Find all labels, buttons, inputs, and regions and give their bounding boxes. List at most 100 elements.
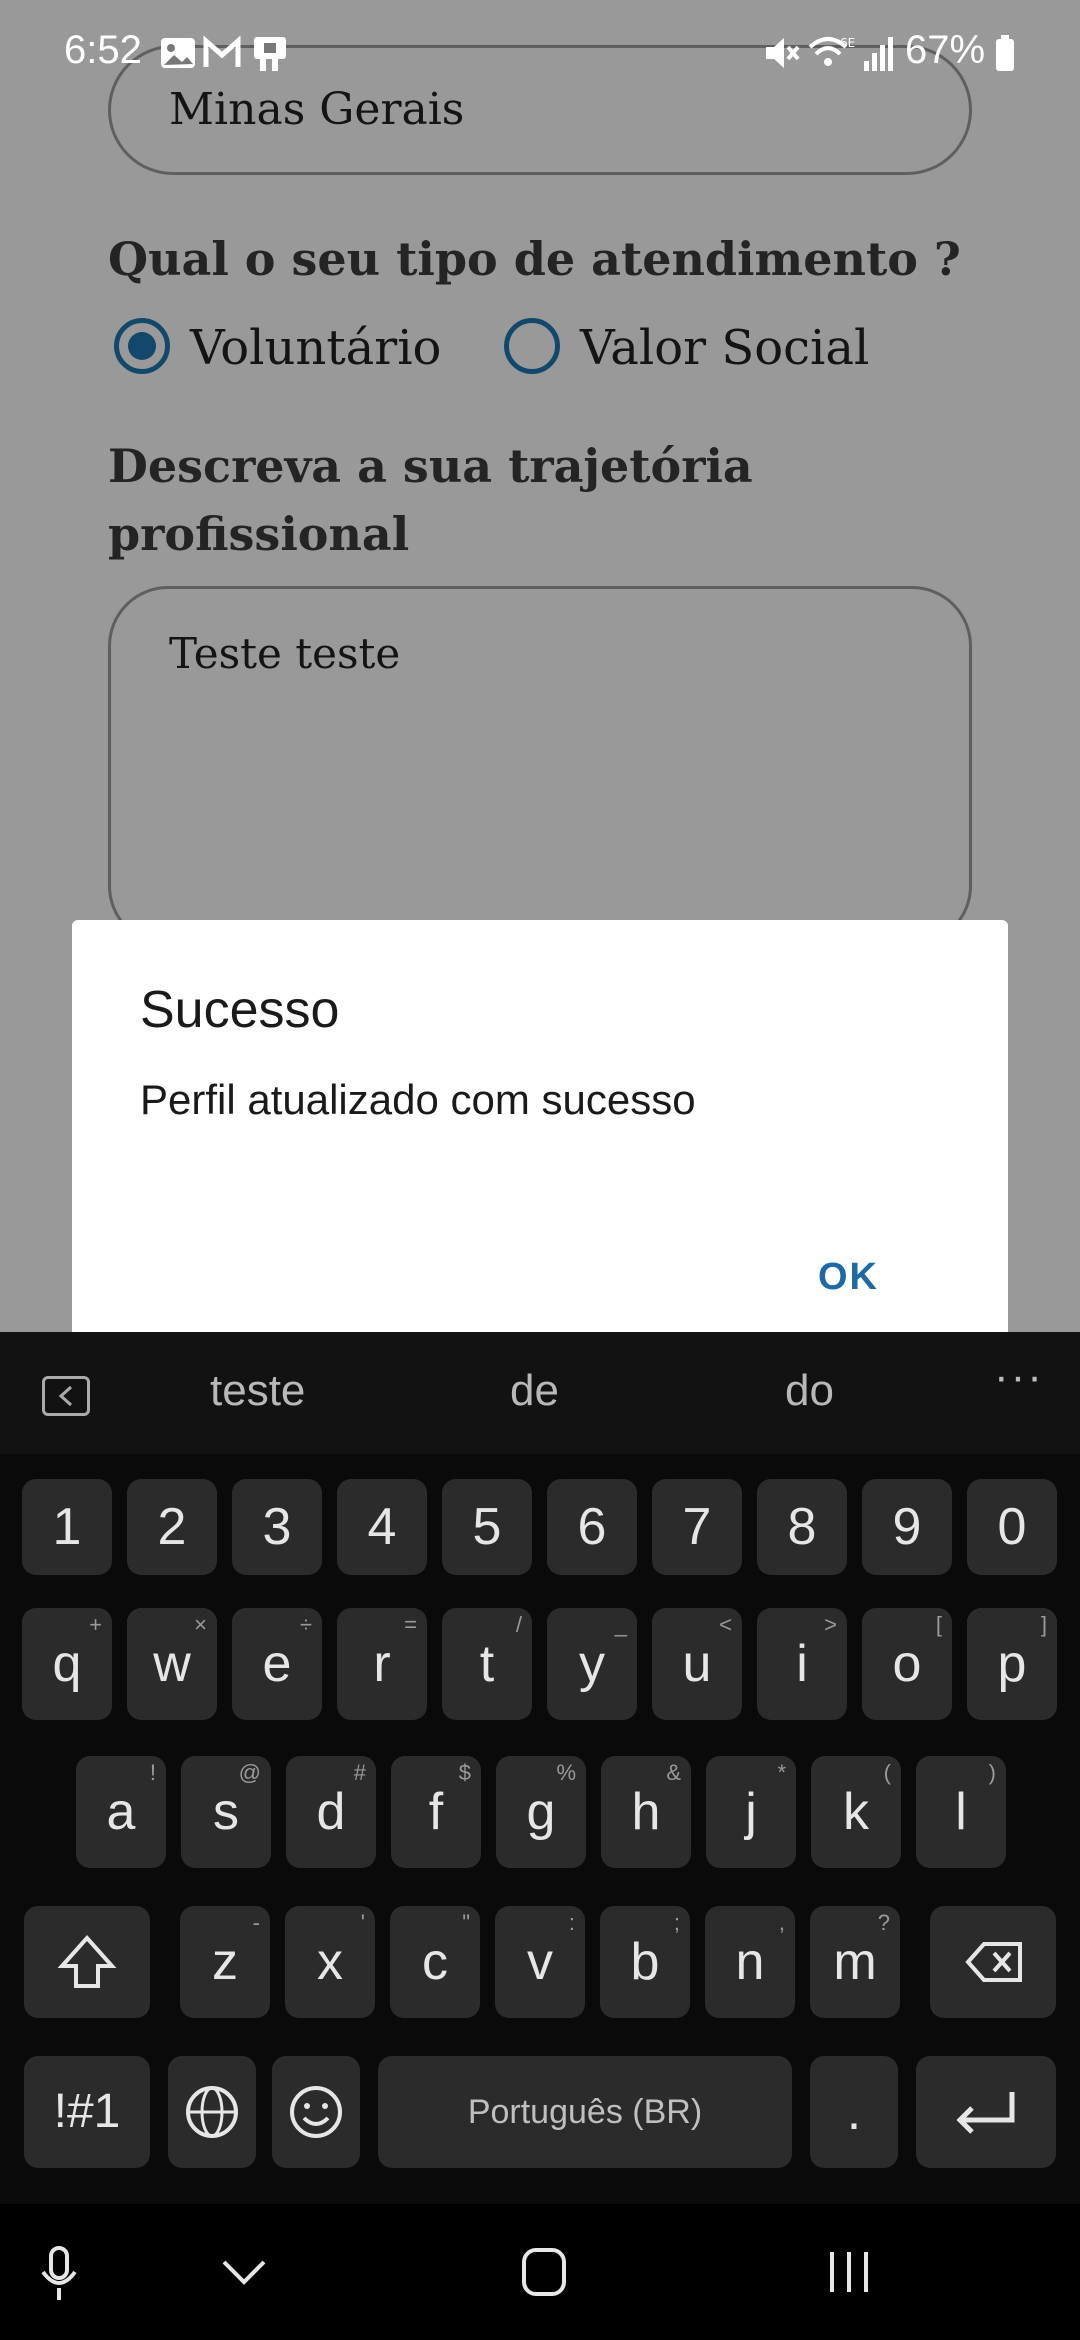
key-i-label: i: [796, 1635, 808, 1693]
backspace-key[interactable]: [930, 1906, 1056, 2018]
key-w-label: w: [153, 1635, 191, 1693]
key-p-secondary: ]: [1040, 1612, 1047, 1637]
ok-button[interactable]: OK: [818, 1256, 879, 1299]
key-x-secondary: ': [360, 1910, 365, 1935]
key-0-label: 0: [997, 1498, 1027, 1556]
status-time: 6:52: [64, 28, 142, 72]
key-o-label: o: [892, 1635, 922, 1693]
svg-text:6E: 6E: [840, 36, 855, 50]
home-icon[interactable]: [520, 2246, 568, 2298]
key-a[interactable]: a!: [76, 1756, 166, 1868]
more-options-icon[interactable]: ···: [994, 1352, 1044, 1402]
key-j[interactable]: j *: [706, 1756, 796, 1868]
status-bar: 6:52 6E 67%: [0, 0, 1080, 104]
key-u[interactable]: u <: [652, 1608, 742, 1720]
key-s[interactable]: s @: [181, 1756, 271, 1868]
battery-percentage: 67%: [905, 28, 986, 72]
key-b-secondary: ;: [673, 1910, 680, 1935]
key-h[interactable]: h &: [601, 1756, 691, 1868]
key-v-secondary: :: [568, 1910, 575, 1935]
key-r[interactable]: r =: [337, 1608, 427, 1720]
key-d-secondary: #: [353, 1760, 366, 1785]
key-f-label: f: [428, 1783, 444, 1841]
signal-icon: [864, 37, 893, 71]
gmail-icon: [203, 35, 241, 67]
key-v[interactable]: v:: [495, 1906, 585, 2018]
key-i-secondary: >: [824, 1612, 837, 1637]
key-d-label: d: [316, 1783, 346, 1841]
enter-key[interactable]: [916, 2056, 1056, 2168]
key-m[interactable]: m?: [810, 1906, 900, 2018]
key-z-label: z: [212, 1933, 238, 1991]
key-b[interactable]: b;: [600, 1906, 690, 2018]
shift-key[interactable]: [24, 1906, 150, 2018]
recent-apps-icon[interactable]: [824, 2248, 874, 2296]
backspace-icon: [965, 1942, 1022, 1982]
key-3-label: 3: [262, 1498, 292, 1556]
space-key[interactable]: Português (BR): [378, 2056, 792, 2168]
key-y-secondary: _: [614, 1612, 627, 1637]
key-w[interactable]: w ×: [127, 1608, 217, 1720]
key-1-label: 1: [52, 1498, 82, 1556]
key-g[interactable]: g%: [496, 1756, 586, 1868]
suggestion-3[interactable]: do: [785, 1366, 834, 1416]
key-e[interactable]: e ÷: [232, 1608, 322, 1720]
key-4-label: 4: [367, 1498, 397, 1556]
key-x-label: x: [317, 1933, 343, 1991]
key-j-label: j: [745, 1783, 757, 1841]
key-p[interactable]: p]: [967, 1608, 1057, 1720]
language-key[interactable]: [168, 2056, 256, 2168]
key-h-label: h: [631, 1783, 661, 1841]
key-3[interactable]: 3: [232, 1479, 322, 1575]
key-6[interactable]: 6: [547, 1479, 637, 1575]
key-9[interactable]: 9: [862, 1479, 952, 1575]
key-f[interactable]: f $: [391, 1756, 481, 1868]
key-x[interactable]: x ': [285, 1906, 375, 2018]
key-q[interactable]: q +: [22, 1608, 112, 1720]
microphone-icon[interactable]: [34, 2244, 84, 2304]
hide-keyboard-icon[interactable]: [218, 2254, 270, 2290]
key-4[interactable]: 4: [337, 1479, 427, 1575]
suggestion-1[interactable]: teste: [210, 1366, 305, 1416]
key-7[interactable]: 7: [652, 1479, 742, 1575]
emoji-icon: [290, 2086, 342, 2138]
symbols-key[interactable]: !#1: [24, 2056, 150, 2168]
key-k[interactable]: k(: [811, 1756, 901, 1868]
key-1[interactable]: 1: [22, 1479, 112, 1575]
key-g-label: g: [526, 1783, 556, 1841]
key-a-label: a: [106, 1783, 136, 1841]
emoji-key[interactable]: [272, 2056, 360, 2168]
key-z[interactable]: z-: [180, 1906, 270, 2018]
keyboard-collapse-icon[interactable]: [42, 1376, 90, 1416]
key-u-label: u: [682, 1635, 712, 1693]
key-s-secondary: @: [238, 1760, 261, 1785]
wifi-6e-icon: 6E: [808, 36, 855, 66]
key-l-secondary: ): [988, 1760, 996, 1785]
key-8[interactable]: 8: [757, 1479, 847, 1575]
key-o[interactable]: o[: [862, 1608, 952, 1720]
key-r-secondary: =: [404, 1612, 417, 1637]
key-i[interactable]: i >: [757, 1608, 847, 1720]
period-key[interactable]: .: [810, 2056, 898, 2168]
globe-icon: [186, 2086, 238, 2138]
key-k-secondary: (: [883, 1760, 891, 1785]
app-notification-icon: [254, 37, 286, 71]
key-d[interactable]: d #: [286, 1756, 376, 1868]
key-c-secondary: ": [462, 1910, 470, 1935]
key-y[interactable]: y _: [547, 1608, 637, 1720]
key-n[interactable]: n,: [705, 1906, 795, 2018]
key-n-secondary: ,: [778, 1910, 785, 1935]
key-s-label: s: [213, 1783, 239, 1841]
key-t-label: t: [479, 1635, 495, 1693]
key-l-label: l: [955, 1783, 967, 1841]
key-0[interactable]: 0: [967, 1479, 1057, 1575]
key-2-label: 2: [157, 1498, 187, 1556]
key-y-label: y: [579, 1635, 605, 1693]
key-5[interactable]: 5: [442, 1479, 532, 1575]
suggestion-2[interactable]: de: [510, 1366, 559, 1416]
key-t[interactable]: t /: [442, 1608, 532, 1720]
key-c[interactable]: c ": [390, 1906, 480, 2018]
key-l[interactable]: l): [916, 1756, 1006, 1868]
key-2[interactable]: 2: [127, 1479, 217, 1575]
key-e-label: e: [262, 1635, 292, 1693]
